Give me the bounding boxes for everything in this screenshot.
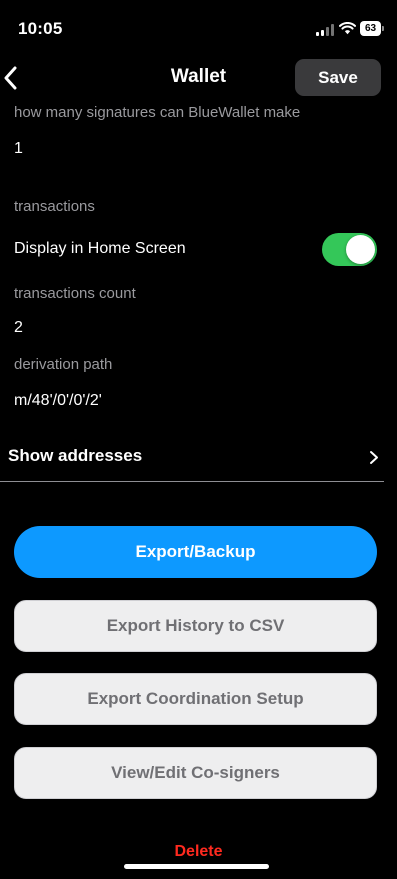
signatures-value: 1: [14, 140, 23, 157]
export-history-csv-button[interactable]: Export History to CSV: [14, 600, 377, 652]
toggle-knob: [346, 235, 375, 264]
status-time: 10:05: [18, 19, 63, 38]
view-edit-cosigners-button[interactable]: View/Edit Co-signers: [14, 747, 377, 799]
wifi-icon: [339, 22, 356, 35]
transactions-section-label: transactions: [14, 198, 95, 215]
display-home-label: Display in Home Screen: [14, 240, 186, 257]
divider: [0, 481, 384, 482]
delete-button[interactable]: Delete: [0, 843, 397, 861]
derivation-path-value: m/48'/0'/0'/2': [14, 392, 102, 409]
transactions-count-value: 2: [14, 319, 23, 336]
derivation-path-label: derivation path: [14, 356, 113, 373]
show-addresses-label[interactable]: Show addresses: [8, 446, 142, 466]
chevron-right-icon[interactable]: [369, 450, 379, 465]
export-coordination-setup-button[interactable]: Export Coordination Setup: [14, 673, 377, 725]
export-backup-button[interactable]: Export/Backup: [14, 526, 377, 578]
battery-icon: 63: [360, 21, 381, 36]
transactions-count-label: transactions count: [14, 285, 136, 302]
signatures-label: how many signatures can BlueWallet make: [14, 104, 301, 121]
display-home-toggle[interactable]: [322, 233, 377, 266]
save-button[interactable]: Save: [295, 59, 381, 96]
home-indicator[interactable]: [124, 864, 269, 869]
battery-nub: [382, 26, 384, 31]
signal-icon: [316, 24, 334, 36]
